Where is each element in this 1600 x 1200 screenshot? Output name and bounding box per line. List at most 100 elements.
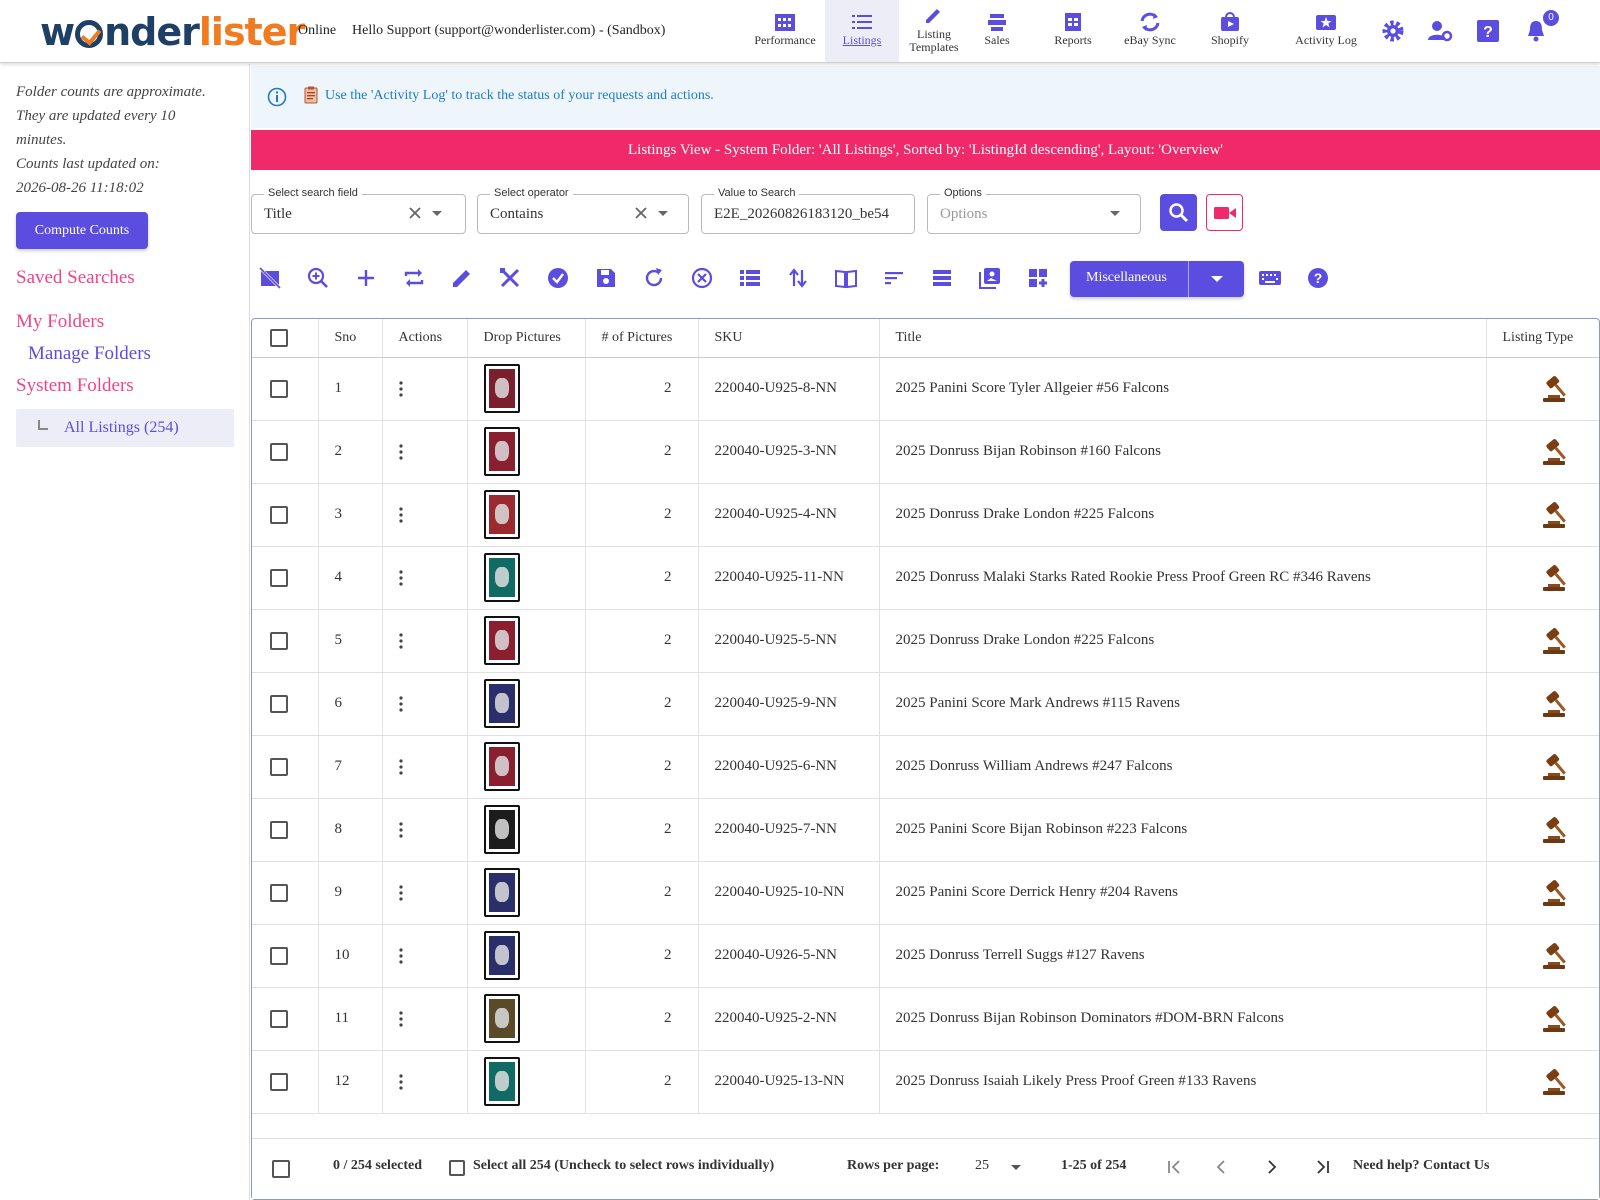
listing-thumbnail[interactable] xyxy=(483,427,520,476)
listing-thumbnail[interactable] xyxy=(483,553,520,602)
chevron-down-icon[interactable] xyxy=(658,211,668,216)
listing-thumbnail[interactable] xyxy=(483,868,520,917)
listing-thumbnail[interactable] xyxy=(483,364,520,413)
add-icon[interactable] xyxy=(354,266,378,290)
clear-icon[interactable] xyxy=(407,205,423,221)
row-checkbox[interactable] xyxy=(270,379,288,398)
select-all-rows-label[interactable]: Select all 254 (Uncheck to select rows i… xyxy=(473,1158,774,1174)
chevron-down-icon[interactable] xyxy=(1110,211,1120,216)
open-book-icon[interactable] xyxy=(834,266,858,290)
last-page-icon[interactable] xyxy=(1313,1157,1333,1177)
more-vert-icon[interactable] xyxy=(398,1010,403,1027)
saved-searches-link[interactable]: Saved Searches xyxy=(16,267,135,289)
repeat-icon[interactable] xyxy=(402,266,426,290)
listing-thumbnail[interactable] xyxy=(483,931,520,980)
column-header-sno[interactable]: Sno xyxy=(318,319,383,358)
add-widget-icon[interactable] xyxy=(1026,266,1050,290)
clear-icon[interactable] xyxy=(633,205,649,221)
row-checkbox[interactable] xyxy=(270,883,288,902)
refresh-icon[interactable] xyxy=(642,266,666,290)
bulk-edit-tools-icon[interactable] xyxy=(498,266,522,290)
row-checkbox[interactable] xyxy=(270,1072,288,1091)
table-row[interactable]: 1 2 220040-U925-8-NN 2025 Panini Score Tyle… xyxy=(252,357,1599,421)
folder-item-all-listings[interactable]: All Listings (254) xyxy=(16,409,234,447)
compute-counts-button[interactable]: Compute Counts xyxy=(16,212,148,249)
nav-performance[interactable]: Performance xyxy=(748,0,822,62)
listing-thumbnail[interactable] xyxy=(483,1057,520,1106)
search-value-input[interactable]: Value to Search E2E_20260826183120_be54 xyxy=(701,187,915,234)
my-folders-link[interactable]: My Folders xyxy=(16,311,104,333)
manage-folders-link[interactable]: Manage Folders xyxy=(28,343,151,365)
more-vert-icon[interactable] xyxy=(398,695,403,712)
zoom-in-icon[interactable] xyxy=(306,266,330,290)
listing-thumbnail[interactable] xyxy=(483,805,520,854)
row-checkbox[interactable] xyxy=(270,946,288,965)
select-all-rows-checkbox[interactable] xyxy=(449,1160,465,1176)
contact-us-link[interactable]: Need help? Contact Us xyxy=(1353,1158,1490,1174)
table-row[interactable]: 7 2 220040-U925-6-NN 2025 Donruss William A… xyxy=(252,735,1599,799)
listing-thumbnail[interactable] xyxy=(483,616,520,665)
keyboard-icon[interactable] xyxy=(1258,266,1282,290)
chevron-down-icon[interactable] xyxy=(1011,1165,1021,1170)
nav-ebay-sync[interactable]: eBay Sync xyxy=(1113,0,1187,62)
nav-sales[interactable]: Sales xyxy=(960,0,1034,62)
table-row[interactable]: 6 2 220040-U925-9-NN 2025 Panini Score Mark… xyxy=(252,672,1599,736)
more-vert-icon[interactable] xyxy=(398,947,403,964)
hide-images-icon[interactable] xyxy=(258,266,282,290)
options-select[interactable]: Options Options xyxy=(927,187,1141,234)
more-vert-icon[interactable] xyxy=(398,569,403,586)
nav-activity-log[interactable]: Activity Log xyxy=(1287,0,1365,62)
row-checkbox[interactable] xyxy=(270,820,288,839)
compact-rows-icon[interactable] xyxy=(930,266,954,290)
list-view-icon[interactable] xyxy=(738,266,762,290)
select-all-checkbox[interactable] xyxy=(270,328,288,347)
more-vert-icon[interactable] xyxy=(398,443,403,460)
table-row[interactable]: 2 2 220040-U925-3-NN 2025 Donruss Bijan Rob… xyxy=(252,420,1599,484)
table-row[interactable]: 5 2 220040-U925-5-NN 2025 Donruss Drake Lon… xyxy=(252,609,1599,673)
row-checkbox[interactable] xyxy=(270,568,288,587)
listing-thumbnail[interactable] xyxy=(483,679,520,728)
more-vert-icon[interactable] xyxy=(398,758,403,775)
nav-reports[interactable]: Reports xyxy=(1036,0,1110,62)
more-vert-icon[interactable] xyxy=(398,1073,403,1090)
row-checkbox[interactable] xyxy=(270,1009,288,1028)
more-vert-icon[interactable] xyxy=(398,506,403,523)
help-question-icon[interactable]: ? xyxy=(1475,18,1501,44)
more-vert-icon[interactable] xyxy=(398,380,403,397)
sort-lines-icon[interactable] xyxy=(882,266,906,290)
first-page-icon[interactable] xyxy=(1164,1157,1184,1177)
miscellaneous-menu-button[interactable]: Miscellaneous xyxy=(1070,261,1244,297)
verify-badge-icon[interactable] xyxy=(546,266,570,290)
previous-page-icon[interactable] xyxy=(1211,1157,1231,1177)
more-vert-icon[interactable] xyxy=(398,632,403,649)
column-header-sku[interactable]: SKU xyxy=(698,319,880,358)
chevron-down-icon[interactable] xyxy=(1211,276,1223,282)
more-vert-icon[interactable] xyxy=(398,821,403,838)
nav-listings[interactable]: Listings xyxy=(825,0,899,62)
photo-library-icon[interactable] xyxy=(978,266,1002,290)
table-row[interactable]: 12 2 220040-U925-13-NN 2025 Donruss Isaiah … xyxy=(252,1050,1599,1114)
edit-pencil-icon[interactable] xyxy=(450,266,474,290)
chevron-down-icon[interactable] xyxy=(432,211,442,216)
row-checkbox[interactable] xyxy=(270,442,288,461)
row-checkbox[interactable] xyxy=(270,757,288,776)
column-header-title[interactable]: Title xyxy=(879,319,1487,358)
listing-thumbnail[interactable] xyxy=(483,994,520,1043)
sort-arrows-icon[interactable] xyxy=(786,266,810,290)
row-checkbox[interactable] xyxy=(270,694,288,713)
table-row[interactable]: 10 2 220040-U926-5-NN 2025 Donruss Terrell … xyxy=(252,924,1599,988)
table-row[interactable]: 11 2 220040-U925-2-NN 2025 Donruss Bijan Ro… xyxy=(252,987,1599,1051)
search-field-select[interactable]: Select search field Title xyxy=(251,187,466,234)
search-button[interactable] xyxy=(1160,194,1197,231)
more-vert-icon[interactable] xyxy=(398,884,403,901)
next-page-icon[interactable] xyxy=(1262,1157,1282,1177)
settings-gear-icon[interactable] xyxy=(1380,18,1406,44)
cancel-circle-icon[interactable] xyxy=(690,266,714,290)
nav-shopify[interactable]: Shopify xyxy=(1193,0,1267,62)
table-row[interactable]: 4 2 220040-U925-11-NN 2025 Donruss Malaki S… xyxy=(252,546,1599,610)
footer-select-checkbox[interactable] xyxy=(272,1160,290,1178)
system-folders-link[interactable]: System Folders xyxy=(16,375,134,397)
row-checkbox[interactable] xyxy=(270,505,288,524)
listing-thumbnail[interactable] xyxy=(483,742,520,791)
table-row[interactable]: 3 2 220040-U925-4-NN 2025 Donruss Drake Lon… xyxy=(252,483,1599,547)
